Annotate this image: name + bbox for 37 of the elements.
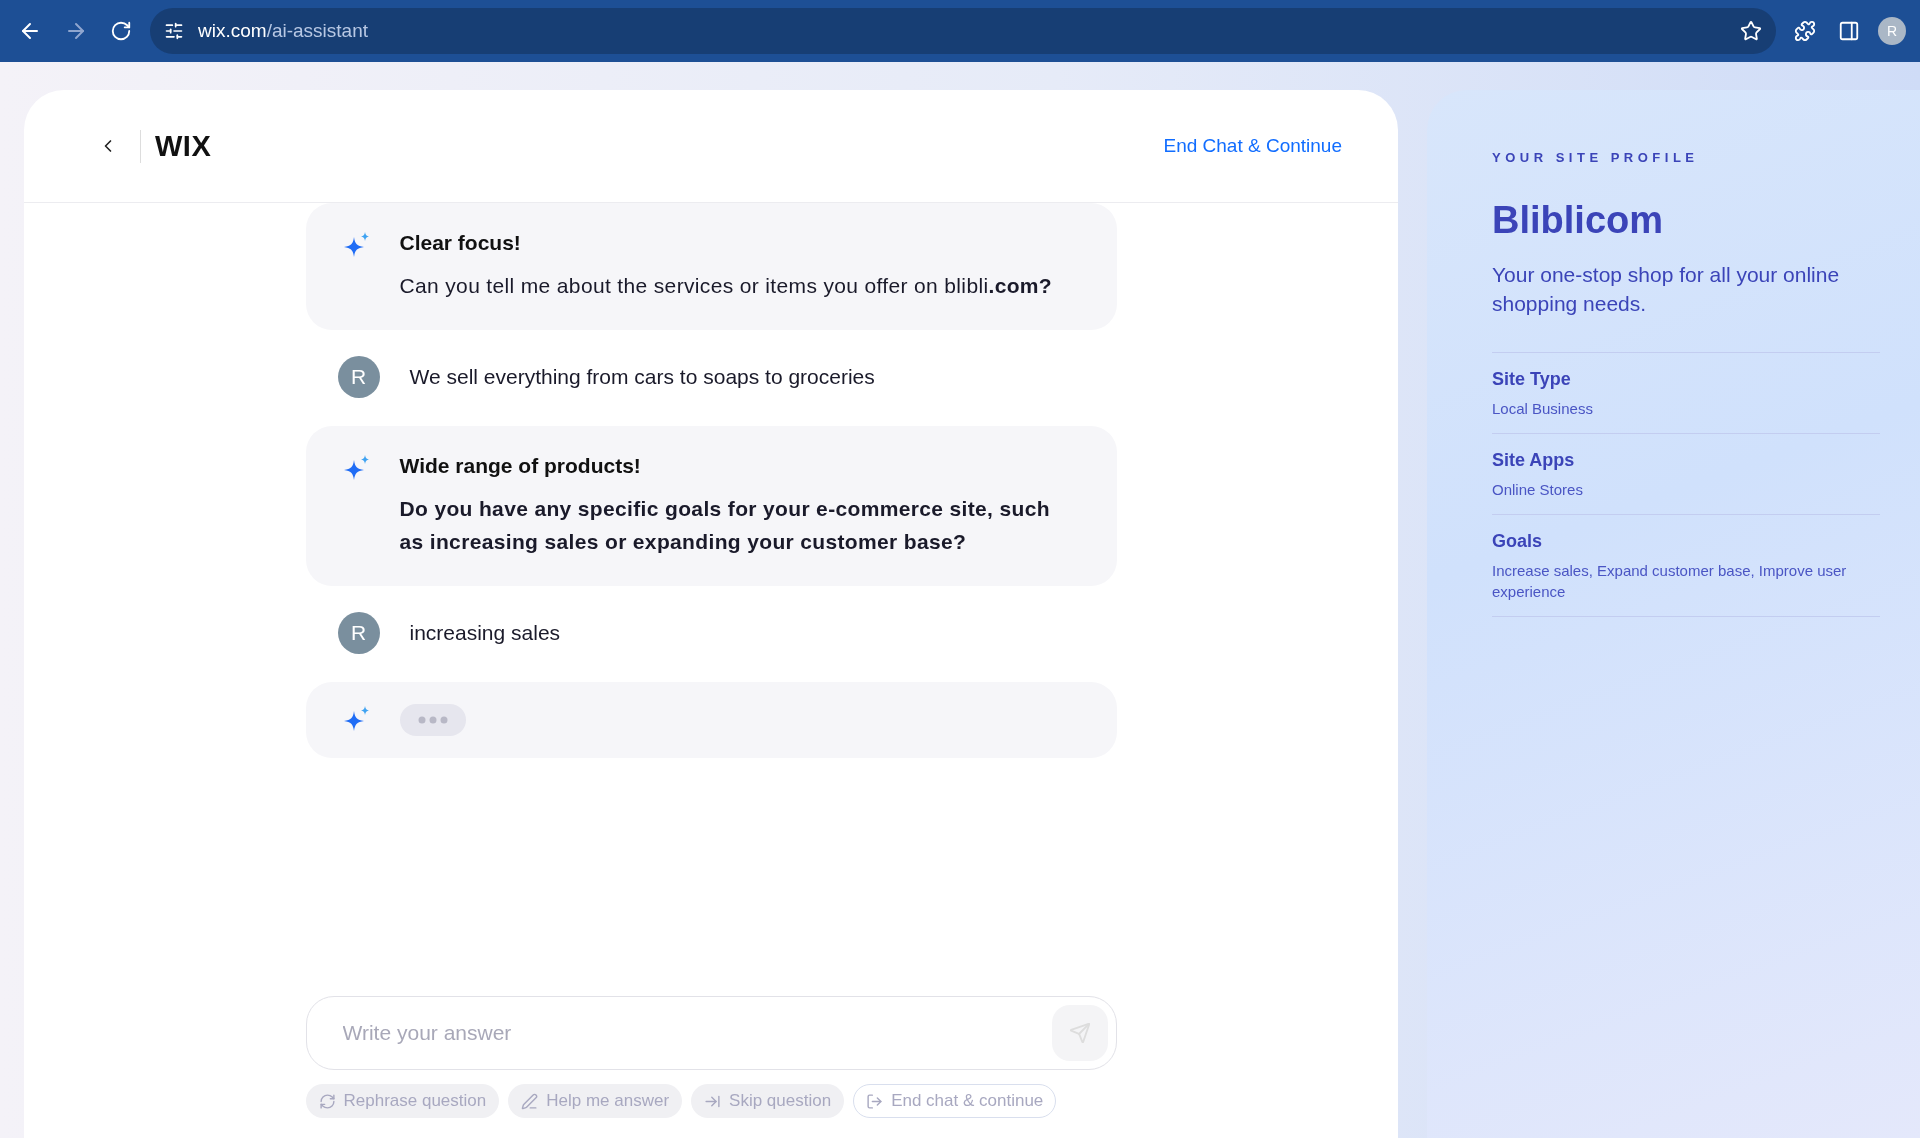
pencil-icon (521, 1092, 539, 1110)
url-text: wix.com/ai-assistant (198, 20, 369, 42)
logo: WIX (140, 129, 212, 163)
field-label: Site Apps (1492, 450, 1576, 471)
panel-eyebrow: YOUR SITE PROFILE (1492, 150, 1700, 165)
profile-avatar[interactable]: R (1878, 17, 1906, 45)
send-icon (1068, 1022, 1091, 1044)
message-title: Wide range of products! (399, 454, 642, 478)
user-message-text: We sell everything from cars to soaps to groceries (409, 365, 875, 389)
field-value: Increase sales, Expand customer base, Improve user experience (1492, 561, 1848, 602)
typing-indicator (399, 704, 466, 736)
user-avatar: R (337, 612, 380, 654)
site-settings-icon (164, 21, 184, 41)
message-text: Do you have any specific goals for your e-commerce site, such as increasing sales or expanding your customer base? (399, 496, 1051, 555)
action-chip[interactable]: Rephrase question (305, 1084, 500, 1118)
site-tagline: Your one-stop shop for all your online shopping needs. (1492, 262, 1841, 317)
field-label: Goals (1492, 531, 1544, 552)
field-label: Site Type (1492, 369, 1572, 390)
action-chip[interactable]: Skip question (691, 1084, 845, 1118)
message-title: Clear focus! (399, 231, 522, 255)
user-avatar: R (337, 356, 380, 398)
site-name: Bliblicom (1492, 199, 1665, 242)
reload-icon (110, 20, 132, 42)
answer-box[interactable]: Write your answer (305, 996, 1117, 1070)
puzzle-icon (1794, 20, 1816, 42)
action-chip[interactable]: Help me answer (508, 1084, 683, 1118)
bookmark-star-icon[interactable] (1740, 20, 1762, 42)
message-text: Can you tell me about the services or items you offer on blibli.com? (399, 273, 1053, 299)
refresh-icon (318, 1092, 336, 1110)
field-value: Online Stores (1492, 480, 1584, 500)
user-message-text: increasing sales (409, 621, 561, 645)
side-panel-icon (1838, 20, 1860, 42)
action-chip[interactable]: End chat & continue (853, 1084, 1057, 1118)
exit-icon (866, 1092, 884, 1110)
end-chat-link[interactable]: End Chat & Continue (1163, 135, 1342, 157)
field-value: Local Business (1492, 399, 1594, 419)
address-bar[interactable]: wix.com/ai-assistant (150, 8, 1776, 54)
